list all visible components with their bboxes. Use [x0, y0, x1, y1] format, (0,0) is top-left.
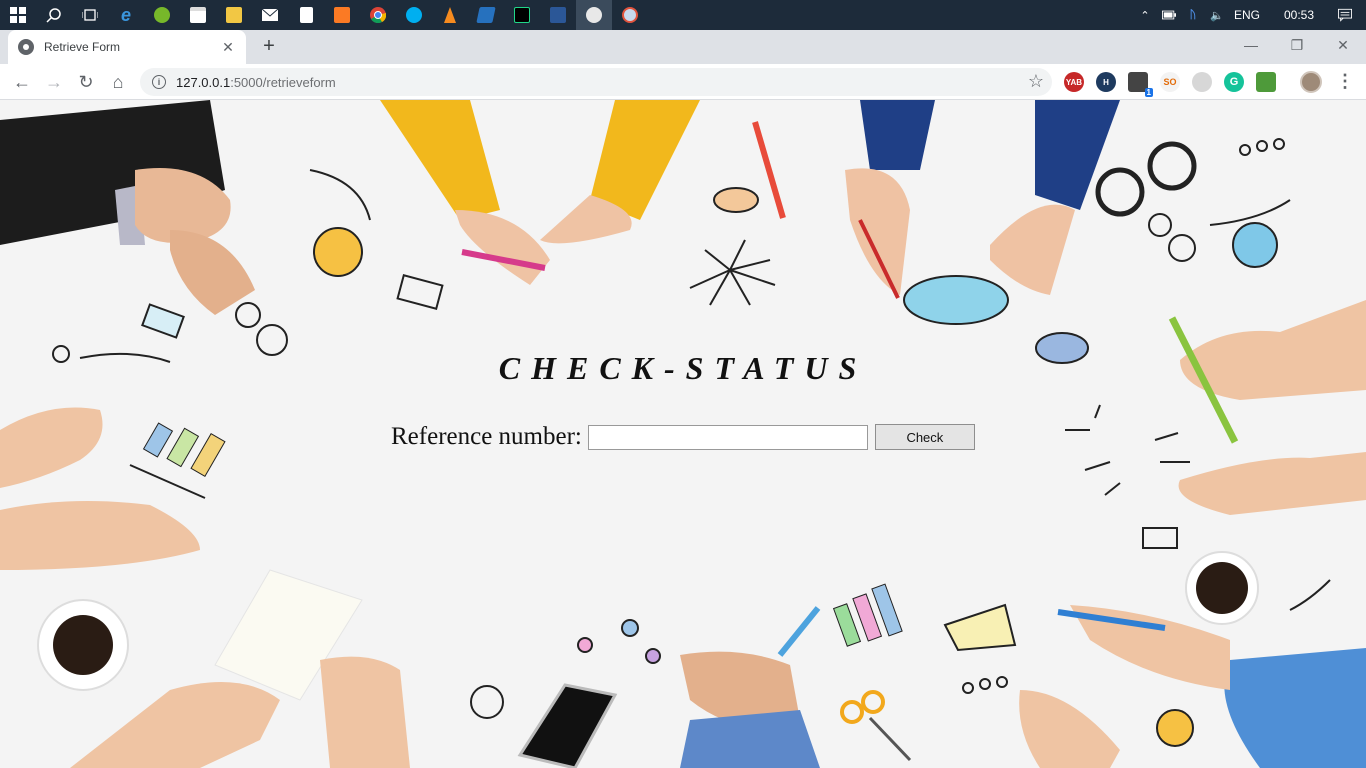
- battery-icon[interactable]: [1161, 8, 1176, 22]
- so-extension-icon[interactable]: SO: [1160, 72, 1180, 92]
- new-tab-button[interactable]: +: [256, 36, 282, 58]
- url-path: :5000/retrieveform: [230, 74, 336, 90]
- globe-icon: [18, 39, 34, 55]
- xampp-icon[interactable]: [324, 0, 360, 30]
- page-title: CHECK-STATUS: [498, 350, 868, 386]
- paint-icon[interactable]: [612, 0, 648, 30]
- close-tab-icon[interactable]: ✕: [220, 39, 236, 56]
- map-extension-icon[interactable]: [1256, 72, 1276, 92]
- grammarly-extension-icon[interactable]: G: [1224, 72, 1244, 92]
- extensions: YAB H 1 SO G: [1064, 72, 1276, 97]
- search-icon[interactable]: [36, 0, 72, 30]
- notification-icon[interactable]: [1338, 8, 1352, 22]
- mail-icon[interactable]: [252, 0, 288, 30]
- task-view-icon[interactable]: [72, 0, 108, 30]
- window-controls: — ❐ ✕: [1228, 30, 1366, 60]
- cube-extension-icon[interactable]: 1: [1128, 72, 1153, 97]
- system-tray: ⌃ ᚢ 🔈 ENG 00:53: [1138, 0, 1366, 30]
- windows-taskbar: e ⌃ ᚢ 🔈 ENG 00:53: [0, 0, 1366, 30]
- forward-icon[interactable]: →: [40, 68, 68, 96]
- word-icon[interactable]: [540, 0, 576, 30]
- active-app-icon[interactable]: [576, 0, 612, 30]
- pycharm-icon[interactable]: [504, 0, 540, 30]
- taskbar-apps: e: [0, 0, 648, 30]
- home-icon[interactable]: ⌂: [104, 68, 132, 96]
- retrieve-form: Reference number: Check: [391, 423, 975, 451]
- start-icon[interactable]: [0, 0, 36, 30]
- powershell-icon[interactable]: [468, 0, 504, 30]
- file-explorer-icon[interactable]: [216, 0, 252, 30]
- check-button[interactable]: Check: [874, 424, 975, 450]
- chevron-up-icon[interactable]: ⌃: [1138, 8, 1152, 22]
- chrome-icon[interactable]: [360, 0, 396, 30]
- tab-strip: Retrieve Form ✕ + — ❐ ✕: [0, 30, 1366, 64]
- reference-number-input[interactable]: [587, 424, 868, 450]
- profile-avatar[interactable]: [1300, 71, 1322, 93]
- address-bar[interactable]: i 127.0.0.1:5000/retrieveform ☆: [140, 68, 1052, 96]
- minimize-icon[interactable]: —: [1228, 30, 1274, 60]
- clock[interactable]: 00:53: [1284, 8, 1314, 22]
- edge-icon[interactable]: e: [108, 0, 144, 30]
- tab-title: Retrieve Form: [44, 40, 121, 54]
- reload-icon[interactable]: ↻: [72, 68, 100, 96]
- tab-retrieve-form[interactable]: Retrieve Form ✕: [8, 30, 246, 64]
- yab-extension-icon[interactable]: YAB: [1064, 72, 1084, 92]
- browser-toolbar: ← → ↻ ⌂ i 127.0.0.1:5000/retrieveform ☆ …: [0, 64, 1366, 100]
- url-host: 127.0.0.1: [176, 74, 231, 90]
- moon-extension-icon[interactable]: [1192, 72, 1212, 92]
- menu-dots-icon[interactable]: ⋮: [1336, 68, 1354, 96]
- bluetooth-icon[interactable]: ᚢ: [1186, 8, 1200, 22]
- vlc-icon[interactable]: [432, 0, 468, 30]
- document-icon[interactable]: [288, 0, 324, 30]
- volume-icon[interactable]: 🔈: [1210, 8, 1224, 22]
- skype-icon[interactable]: [396, 0, 432, 30]
- bookmark-star-icon[interactable]: ☆: [1028, 71, 1044, 92]
- store-icon[interactable]: [180, 0, 216, 30]
- utorrent-icon[interactable]: [144, 0, 180, 30]
- close-window-icon[interactable]: ✕: [1320, 30, 1366, 60]
- page-content: CHECK-STATUS Reference number: Check: [0, 100, 1366, 768]
- back-icon[interactable]: ←: [8, 68, 36, 96]
- site-info-icon[interactable]: i: [152, 75, 166, 89]
- extension-badge: 1: [1144, 88, 1153, 97]
- h-extension-icon[interactable]: H: [1096, 72, 1116, 92]
- restore-icon[interactable]: ❐: [1274, 30, 1320, 60]
- reference-number-label: Reference number:: [391, 423, 582, 450]
- language-indicator[interactable]: ENG: [1234, 8, 1260, 22]
